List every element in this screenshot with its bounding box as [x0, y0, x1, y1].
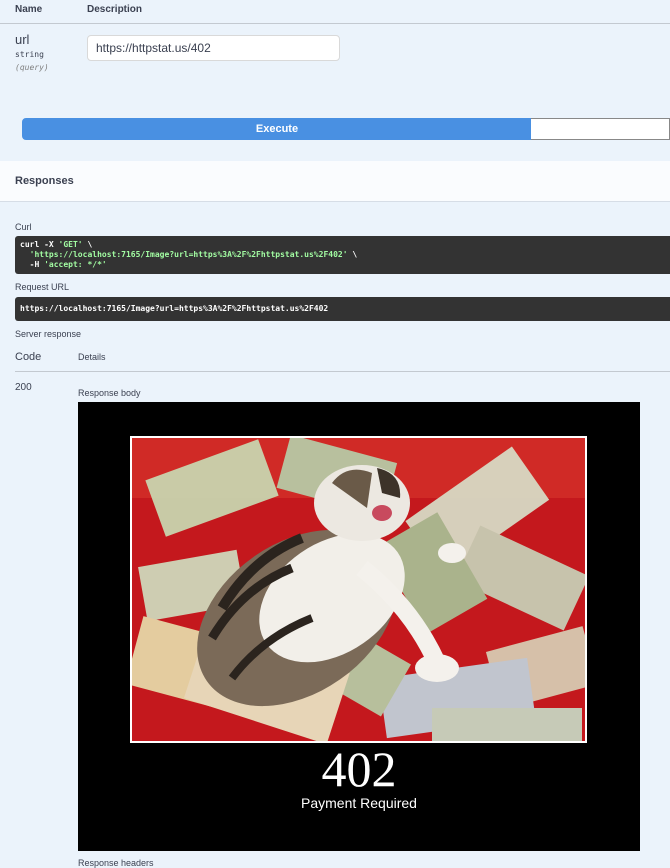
server-response-label: Server response — [15, 329, 82, 339]
code-column-header: Code — [15, 351, 42, 363]
curl-line1-end: \ — [82, 240, 93, 249]
request-url-block[interactable]: https://localhost:7165/Image?url=https%3… — [15, 297, 670, 321]
response-headers-label: Response headers — [78, 858, 154, 868]
response-status-code: 200 — [15, 382, 32, 393]
params-header-divider — [0, 23, 670, 24]
param-location: (query) — [15, 63, 49, 72]
params-header-name: Name — [15, 4, 43, 15]
responses-title: Responses — [15, 175, 74, 187]
status-number: 402 — [321, 741, 397, 797]
curl-url: 'https://localhost:7165/Image?url=https%… — [29, 250, 348, 259]
curl-flag: -H — [20, 260, 45, 269]
param-type: string — [15, 50, 44, 59]
param-name: url — [15, 32, 30, 47]
curl-code-block[interactable]: curl -X 'GET' \ 'https://localhost:7165/… — [15, 236, 670, 274]
photo-illustration — [132, 438, 585, 741]
request-url-label: Request URL — [15, 282, 70, 292]
curl-line2-end: \ — [347, 250, 358, 259]
params-header-description: Description — [87, 4, 143, 15]
execute-button[interactable]: Execute — [22, 118, 532, 140]
details-column-header: Details — [78, 352, 106, 362]
curl-label: Curl — [15, 222, 32, 232]
cat-on-money-photo — [130, 436, 587, 743]
curl-cmd: curl -X — [20, 240, 59, 249]
response-body-label: Response body — [78, 388, 141, 398]
status-caption: Payment Required — [301, 795, 417, 811]
clear-button[interactable] — [531, 118, 670, 140]
responses-header — [0, 161, 670, 202]
curl-header: 'accept: */*' — [44, 260, 107, 269]
response-table-divider — [15, 371, 670, 372]
url-input[interactable] — [87, 35, 340, 61]
curl-method: 'GET' — [58, 240, 83, 249]
